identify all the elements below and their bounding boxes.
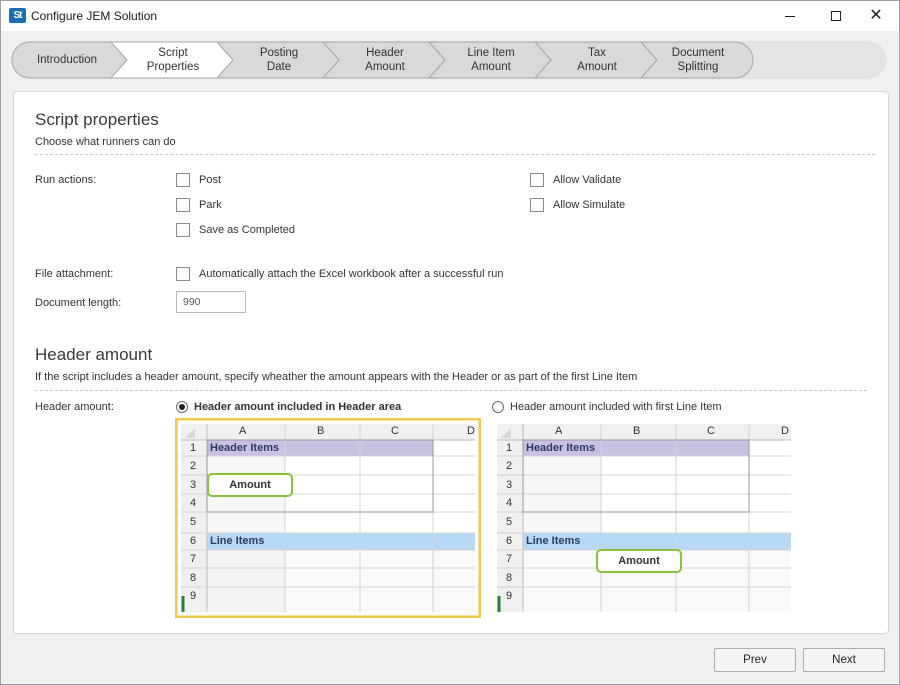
header-area-preview[interactable]: A B C D 1 2 3 4 5 6 7 8 9 Header Items L… [175, 418, 481, 618]
file-attachment-label: File attachment: [35, 268, 114, 280]
run-actions-label: Run actions: [35, 174, 97, 186]
column-header-a: A [555, 425, 563, 437]
row-number: 8 [506, 572, 513, 584]
column-header-c: C [707, 425, 715, 437]
title-bar: St Configure JEM Solution ✕ [1, 1, 899, 31]
window-title: Configure JEM Solution [31, 9, 158, 23]
step-introduction[interactable]: Introduction [19, 41, 115, 79]
step-script-properties[interactable]: Script Properties [127, 41, 219, 79]
row-number: 1 [190, 442, 197, 454]
row-number: 9 [190, 590, 197, 602]
header-area-radio[interactable]: Header amount included in Header area [176, 401, 401, 413]
maximize-icon [831, 11, 841, 21]
step-posting-date[interactable]: Posting Date [233, 41, 325, 79]
row-number: 8 [190, 572, 197, 584]
radio-selected-icon[interactable] [176, 401, 188, 413]
line-items-label: Line Items [210, 535, 265, 547]
allow-validate-checkbox[interactable]: Allow Validate [530, 173, 621, 187]
first-line-item-radio-label: Header amount included with first Line I… [510, 401, 722, 413]
row-number: 6 [506, 535, 513, 547]
row-number: 9 [506, 590, 513, 602]
row-number: 7 [190, 553, 197, 565]
save-as-completed-checkbox[interactable]: Save as Completed [176, 223, 295, 237]
step-line-item-amount[interactable]: Line Item Amount [445, 41, 537, 79]
checkbox-box[interactable] [176, 173, 190, 187]
auto-attach-checkbox[interactable]: Automatically attach the Excel workbook … [176, 267, 503, 281]
app-logo-icon: St [9, 8, 26, 23]
column-header-d: D [467, 425, 475, 437]
checkbox-box[interactable] [176, 223, 190, 237]
auto-attach-label: Automatically attach the Excel workbook … [199, 268, 504, 280]
row-number: 3 [190, 479, 197, 491]
column-header-b: B [633, 425, 641, 437]
allow-validate-label: Allow Validate [553, 174, 622, 186]
checkbox-box[interactable] [176, 198, 190, 212]
row-number: 5 [190, 516, 197, 528]
amount-cell-highlight: Amount [207, 473, 293, 497]
checkbox-box[interactable] [530, 173, 544, 187]
prev-button[interactable]: Prev [714, 648, 796, 672]
row-number: 7 [506, 553, 513, 565]
step-header-amount[interactable]: Header Amount [339, 41, 431, 79]
allow-simulate-checkbox[interactable]: Allow Simulate [530, 198, 625, 212]
divider [35, 390, 867, 391]
minimize-button[interactable] [767, 1, 813, 31]
content-panel: Script properties Choose what runners ca… [13, 91, 889, 634]
row-number: 1 [506, 442, 513, 454]
first-line-item-radio[interactable]: Header amount included with first Line I… [492, 401, 722, 413]
row-number: 6 [190, 535, 197, 547]
script-properties-subtitle: Choose what runners can do [35, 136, 176, 148]
line-items-label: Line Items [526, 535, 581, 547]
column-header-a: A [239, 425, 247, 437]
row-number: 4 [190, 497, 197, 509]
configure-jem-window: St Configure JEM Solution ✕ Introduction… [0, 0, 900, 685]
divider [35, 154, 875, 155]
park-label: Park [199, 199, 222, 211]
checkbox-box[interactable] [530, 198, 544, 212]
close-button[interactable]: ✕ [853, 1, 899, 31]
next-button[interactable]: Next [803, 648, 885, 672]
header-items-label: Header Items [210, 442, 280, 454]
row-number: 5 [506, 516, 513, 528]
header-amount-title: Header amount [35, 345, 153, 364]
minimize-icon [785, 15, 795, 17]
header-amount-field-label: Header amount: [35, 401, 114, 413]
header-area-radio-label: Header amount included in Header area [194, 401, 402, 413]
step-document-splitting[interactable]: Document Splitting [655, 41, 741, 79]
close-icon: ✕ [869, 7, 883, 24]
amount-cell-highlight: Amount [596, 549, 682, 573]
document-length-input[interactable]: 990 [176, 291, 246, 313]
header-amount-subtitle: If the script includes a header amount, … [35, 371, 638, 383]
column-header-c: C [391, 425, 399, 437]
allow-simulate-label: Allow Simulate [553, 199, 626, 211]
column-header-d: D [781, 425, 789, 437]
post-checkbox[interactable]: Post [176, 173, 221, 187]
row-number: 4 [506, 497, 513, 509]
row-number: 2 [190, 460, 197, 472]
park-checkbox[interactable]: Park [176, 198, 222, 212]
header-items-label: Header Items [526, 442, 596, 454]
step-tax-amount[interactable]: Tax Amount [551, 41, 643, 79]
document-length-label: Document length: [35, 297, 122, 309]
row-number: 2 [506, 460, 513, 472]
radio-unselected-icon[interactable] [492, 401, 504, 413]
row-number: 3 [506, 479, 513, 491]
save-as-completed-label: Save as Completed [199, 224, 295, 236]
column-header-b: B [317, 425, 325, 437]
post-label: Post [199, 174, 222, 186]
checkbox-box[interactable] [176, 267, 190, 281]
script-properties-title: Script properties [35, 110, 159, 129]
first-line-item-preview[interactable]: A B C D 1 2 3 4 5 6 7 8 9 Header Items L… [493, 420, 791, 616]
